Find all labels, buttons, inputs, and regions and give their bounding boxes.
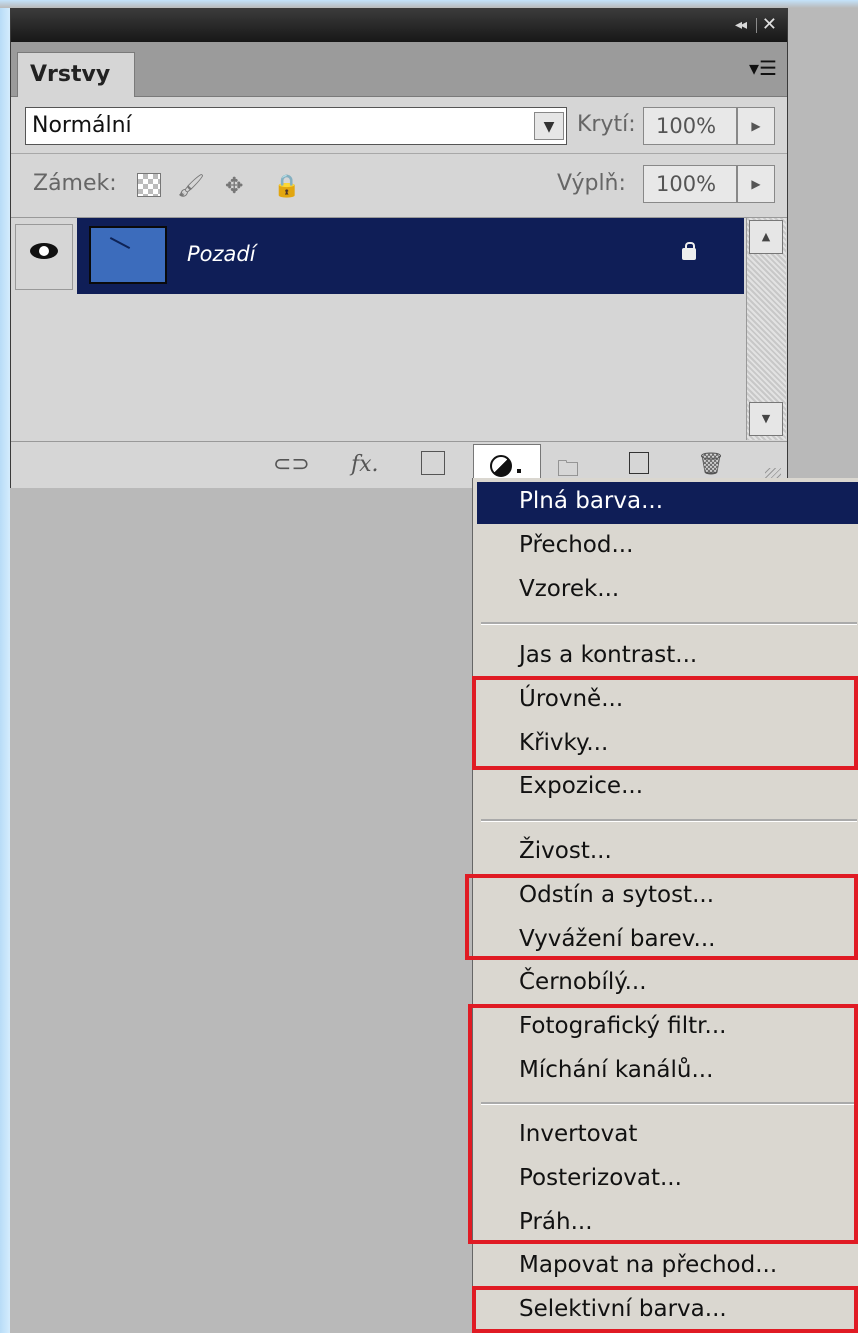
menu-separator [481, 1102, 857, 1105]
menu-item-selective-color[interactable]: Selektivní barva... [477, 1290, 858, 1332]
visibility-toggle[interactable] [15, 224, 73, 290]
new-layer-icon[interactable] [629, 452, 649, 474]
lock-move-icon[interactable]: ✥ [225, 174, 243, 199]
menu-item-levels[interactable]: Úrovně... [477, 680, 858, 722]
menu-item-photo-filter[interactable]: Fotografický filtr... [477, 1007, 858, 1049]
menu-item-exposure[interactable]: Expozice... [477, 767, 858, 809]
collapse-panel-icon[interactable]: ◂◂ [735, 17, 747, 33]
layers-panel: ◂◂ ✕ Vrstvy ▾☰ Normální ▼ Krytí: 100% ▶ … [10, 8, 788, 488]
opacity-arrow-button[interactable]: ▶ [737, 107, 775, 145]
layer-scrollbar[interactable]: ▲ ▼ [746, 218, 786, 440]
tab-layers[interactable]: Vrstvy [17, 52, 135, 97]
lock-row: Zámek: 🖌 ✥ 🔒 Výplň: 100% ▶ [11, 154, 787, 216]
lock-label: Zámek: [33, 171, 117, 196]
panel-titlebar: ◂◂ ✕ [11, 9, 787, 42]
chevron-down-icon[interactable]: ▼ [534, 112, 564, 140]
desktop-top-edge [0, 0, 858, 8]
scroll-up-icon[interactable]: ▲ [749, 220, 783, 254]
menu-item-brightness-contrast[interactable]: Jas a kontrast... [477, 636, 858, 678]
menu-separator [481, 622, 857, 625]
eye-icon [30, 243, 58, 259]
menu-item-channel-mixer[interactable]: Míchání kanálů... [477, 1051, 858, 1093]
scroll-down-icon[interactable]: ▼ [749, 402, 783, 436]
add-mask-icon[interactable] [421, 451, 445, 475]
fill-field[interactable]: 100% [643, 165, 737, 203]
menu-item-hue-saturation[interactable]: Odstín a sytost... [477, 876, 858, 918]
menu-item-posterize[interactable]: Posterizovat... [477, 1159, 858, 1201]
trash-icon[interactable]: 🗑 [697, 452, 725, 477]
layer-row[interactable]: Pozadí [11, 218, 744, 294]
blend-row: Normální ▼ Krytí: 100% ▶ [11, 97, 787, 154]
lock-transparency-icon[interactable] [137, 173, 161, 197]
lock-all-icon[interactable]: 🔒 [273, 174, 300, 199]
opacity-field[interactable]: 100% [643, 107, 737, 145]
layer-name: Pozadí [187, 242, 256, 266]
link-layers-icon[interactable]: ⊂⊃ [273, 452, 310, 477]
adjustment-dropdown-menu: Plná barva... Přechod... Vzorek... Jas a… [472, 478, 858, 1333]
layer-thumbnail [89, 226, 167, 284]
panel-tab-row: Vrstvy ▾☰ [11, 42, 787, 97]
menu-item-threshold[interactable]: Práh... [477, 1203, 858, 1245]
menu-item-gradient[interactable]: Přechod... [477, 526, 858, 568]
layer-lock-icon [682, 242, 696, 260]
close-panel-icon[interactable]: ✕ [762, 14, 777, 35]
fill-arrow-button[interactable]: ▶ [737, 165, 775, 203]
blend-mode-select[interactable]: Normální ▼ [25, 107, 567, 145]
menu-item-black-white[interactable]: Černobílý... [477, 963, 858, 1005]
desktop-edge [0, 0, 10, 1333]
menu-item-pattern[interactable]: Vzorek... [477, 570, 858, 612]
blend-mode-value: Normální [32, 113, 132, 138]
layer-list: Pozadí ▲ ▼ [11, 217, 787, 442]
menu-item-curves[interactable]: Křivky... [477, 724, 858, 766]
menu-item-gradient-map[interactable]: Mapovat na přechod... [477, 1246, 858, 1288]
fill-label: Výplň: [557, 171, 626, 196]
fx-style-icon[interactable]: fx. [351, 452, 379, 477]
panel-menu-icon[interactable]: ▾☰ [749, 56, 777, 80]
dropdown-indicator-icon [517, 469, 521, 473]
lock-paint-brush-icon[interactable]: 🖌 [177, 174, 205, 199]
menu-item-vibrance[interactable]: Živost... [477, 832, 858, 874]
menu-separator [481, 819, 857, 822]
menu-item-invert[interactable]: Invertovat [477, 1115, 858, 1157]
titlebar-separator [756, 18, 757, 33]
layer-selected[interactable]: Pozadí [77, 218, 744, 294]
adjustment-layer-icon [490, 455, 512, 477]
menu-item-color-balance[interactable]: Vyvážení barev... [477, 920, 858, 962]
menu-item-solid-color[interactable]: Plná barva... [477, 482, 858, 524]
opacity-label: Krytí: [577, 112, 636, 137]
